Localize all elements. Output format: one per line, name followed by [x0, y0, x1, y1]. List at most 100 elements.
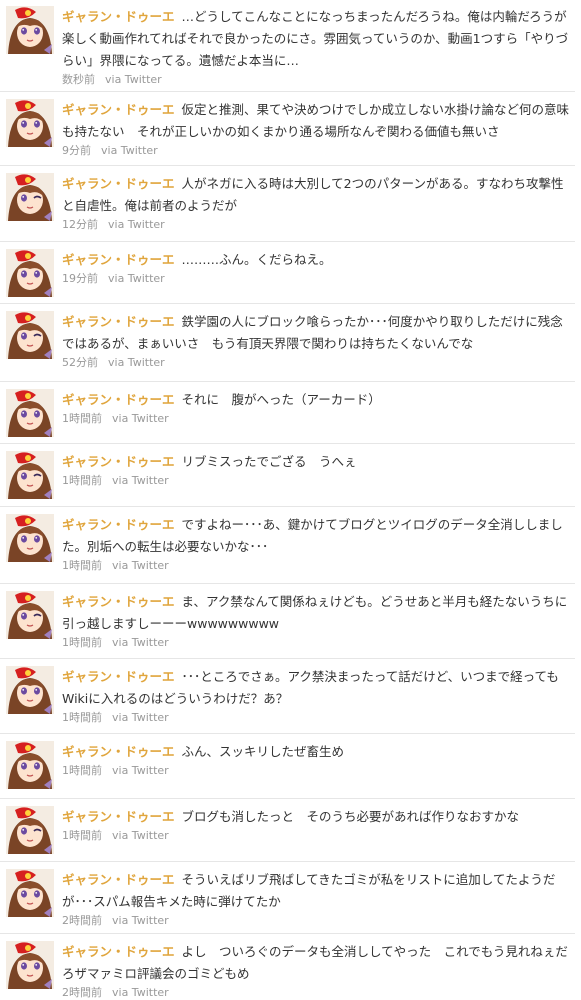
tweet-meta: 1時間前 via Twitter [62, 636, 573, 650]
tweet-author-name[interactable]: ギャラン・ドゥーエ [62, 176, 175, 191]
tweet-timestamp[interactable]: 12分前 [62, 218, 98, 231]
tweet-body: ギャラン・ドゥーエ 仮定と推測、果てや決めつけでしか成立しない水掛け論など何の意味… [62, 99, 573, 158]
tweet-author-name[interactable]: ギャラン・ドゥーエ [62, 944, 175, 959]
tweet-timestamp[interactable]: 9分前 [62, 144, 91, 157]
tweet-text: ………ふん。くだらねえ。 [181, 252, 332, 267]
tweet-item: ギャラン・ドゥーエ よし ついろぐのデータも全消ししてやった これでもう見れねぇだ… [0, 935, 575, 1000]
tweet-source: via Twitter [108, 218, 165, 231]
tweet-item: ギャラン・ドゥーエ 鉄学園の人にブロック喰らったか･･･何度かやり取りしただけに残… [0, 305, 575, 382]
tweet-meta: 1時間前 via Twitter [62, 412, 573, 426]
tweet-body: ギャラン・ドゥーエ ･･･ところでさぁ。アク禁決まったって話だけど、いつまで経って… [62, 666, 573, 725]
tweet-meta: 9分前 via Twitter [62, 144, 573, 158]
tweet-meta: 数秒前 via Twitter [62, 73, 573, 87]
tweet-source: via Twitter [112, 711, 169, 724]
tweet-timestamp[interactable]: 1時間前 [62, 559, 102, 572]
tweet-item: ギャラン・ドゥーエ 仮定と推測、果てや決めつけでしか成立しない水掛け論など何の意味… [0, 93, 575, 166]
tweet-timestamp[interactable]: 52分前 [62, 356, 98, 369]
avatar-character-icon [6, 99, 54, 147]
tweet-timestamp[interactable]: 2時間前 [62, 914, 102, 927]
tweet-source: via Twitter [108, 272, 165, 285]
tweet-text: それに 腹がへった（アーカード） [181, 392, 381, 407]
tweet-text: ふん、スッキリしたぜ畜生め [181, 744, 345, 759]
tweet-meta: 1時間前 via Twitter [62, 559, 573, 573]
tweet-timestamp[interactable]: 2時間前 [62, 986, 102, 999]
avatar-character-wink-icon [6, 806, 54, 854]
tweet-author-name[interactable]: ギャラン・ドゥーエ [62, 9, 175, 24]
tweet-body: ギャラン・ドゥーエ ふん、スッキリしたぜ畜生め 1時間前 via Twitter [62, 741, 573, 778]
tweet-body: ギャラン・ドゥーエ ………ふん。くだらねえ。 19分前 via Twitter [62, 249, 573, 286]
avatar[interactable] [6, 666, 54, 714]
tweet-source: via Twitter [112, 829, 169, 842]
avatar[interactable] [6, 249, 54, 297]
avatar-character-wink-icon [6, 451, 54, 499]
avatar[interactable] [6, 591, 54, 639]
tweet-item: ギャラン・ドゥーエ 人がネガに入る時は大別して2つのパターンがある。すなわち攻撃性… [0, 167, 575, 242]
tweet-meta: 1時間前 via Twitter [62, 764, 573, 778]
tweet-timestamp[interactable]: 1時間前 [62, 829, 102, 842]
tweet-item: ギャラン・ドゥーエ ………ふん。くだらねえ。 19分前 via Twitter [0, 243, 575, 304]
tweet-body: ギャラン・ドゥーエ そういえばリブ飛ばしてきたゴミが私をリストに追加してたようだが… [62, 869, 573, 928]
tweet-meta: 2時間前 via Twitter [62, 914, 573, 928]
tweet-text: リブミスったでござる うへぇ [181, 454, 357, 469]
tweet-author-name[interactable]: ギャラン・ドゥーエ [62, 669, 175, 684]
tweet-text: ブログも消したっと そのうち必要があれば作りなおすかな [181, 809, 520, 824]
avatar-character-icon [6, 666, 54, 714]
tweet-source: via Twitter [108, 356, 165, 369]
tweet-timestamp[interactable]: 1時間前 [62, 764, 102, 777]
avatar[interactable] [6, 741, 54, 789]
tweet-author-name[interactable]: ギャラン・ドゥーエ [62, 252, 175, 267]
tweet-item: ギャラン・ドゥーエ ･･･ところでさぁ。アク禁決まったって話だけど、いつまで経って… [0, 660, 575, 734]
tweet-body: ギャラン・ドゥーエ 人がネガに入る時は大別して2つのパターンがある。すなわち攻撃性… [62, 173, 573, 232]
tweet-source: via Twitter [112, 764, 169, 777]
tweet-source: via Twitter [101, 144, 158, 157]
tweet-item: ギャラン・ドゥーエ そういえばリブ飛ばしてきたゴミが私をリストに追加してたようだが… [0, 863, 575, 934]
avatar[interactable] [6, 389, 54, 437]
tweet-author-name[interactable]: ギャラン・ドゥーエ [62, 454, 175, 469]
tweet-author-name[interactable]: ギャラン・ドゥーエ [62, 314, 175, 329]
avatar[interactable] [6, 869, 54, 917]
tweet-timestamp[interactable]: 1時間前 [62, 474, 102, 487]
tweet-body: ギャラン・ドゥーエ ま、アク禁なんて関係ねぇけども。どうせあと半月も経たないうちに… [62, 591, 573, 650]
tweet-body: ギャラン・ドゥーエ リブミスったでござる うへぇ 1時間前 via Twitter [62, 451, 573, 488]
tweet-author-name[interactable]: ギャラン・ドゥーエ [62, 744, 175, 759]
tweet-author-name[interactable]: ギャラン・ドゥーエ [62, 594, 175, 609]
tweet-timestamp[interactable]: 1時間前 [62, 711, 102, 724]
tweet-author-name[interactable]: ギャラン・ドゥーエ [62, 102, 175, 117]
avatar[interactable] [6, 311, 54, 359]
avatar-character-wink-icon [6, 311, 54, 359]
tweet-body: ギャラン・ドゥーエ 鉄学園の人にブロック喰らったか･･･何度かやり取りしただけに残… [62, 311, 573, 370]
tweet-item: ギャラン・ドゥーエ ブログも消したっと そのうち必要があれば作りなおすかな 1時間… [0, 800, 575, 862]
tweet-meta: 19分前 via Twitter [62, 272, 573, 286]
tweet-timestamp[interactable]: 1時間前 [62, 412, 102, 425]
tweet-timestamp[interactable]: 1時間前 [62, 636, 102, 649]
avatar[interactable] [6, 451, 54, 499]
tweet-source: via Twitter [112, 986, 169, 999]
avatar-character-icon [6, 6, 54, 54]
tweet-meta: 1時間前 via Twitter [62, 829, 573, 843]
tweet-meta: 1時間前 via Twitter [62, 474, 573, 488]
avatar-character-wink-icon [6, 591, 54, 639]
tweet-meta: 52分前 via Twitter [62, 356, 573, 370]
avatar[interactable] [6, 514, 54, 562]
avatar[interactable] [6, 806, 54, 854]
tweet-author-name[interactable]: ギャラン・ドゥーエ [62, 392, 175, 407]
avatar-character-icon [6, 941, 54, 989]
avatar[interactable] [6, 6, 54, 54]
tweet-author-name[interactable]: ギャラン・ドゥーエ [62, 517, 175, 532]
avatar[interactable] [6, 99, 54, 147]
tweet-timestamp[interactable]: 数秒前 [62, 73, 95, 86]
avatar[interactable] [6, 941, 54, 989]
tweet-item: ギャラン・ドゥーエ リブミスったでござる うへぇ 1時間前 via Twitter [0, 445, 575, 507]
tweet-author-name[interactable]: ギャラン・ドゥーエ [62, 809, 175, 824]
tweet-item: ギャラン・ドゥーエ ですよねー･･･あ、鍵かけてブログとツイログのデータ全消ししま… [0, 508, 575, 584]
tweet-timestamp[interactable]: 19分前 [62, 272, 98, 285]
tweet-body: ギャラン・ドゥーエ それに 腹がへった（アーカード） 1時間前 via Twitte… [62, 389, 573, 426]
avatar[interactable] [6, 173, 54, 221]
avatar-character-icon [6, 514, 54, 562]
tweet-item: ギャラン・ドゥーエ ま、アク禁なんて関係ねぇけども。どうせあと半月も経たないうちに… [0, 585, 575, 659]
tweet-item: ギャラン・ドゥーエ それに 腹がへった（アーカード） 1時間前 via Twitte… [0, 383, 575, 444]
tweet-author-name[interactable]: ギャラン・ドゥーエ [62, 872, 175, 887]
tweet-source: via Twitter [112, 559, 169, 572]
tweet-source: via Twitter [112, 412, 169, 425]
avatar-character-icon [6, 869, 54, 917]
